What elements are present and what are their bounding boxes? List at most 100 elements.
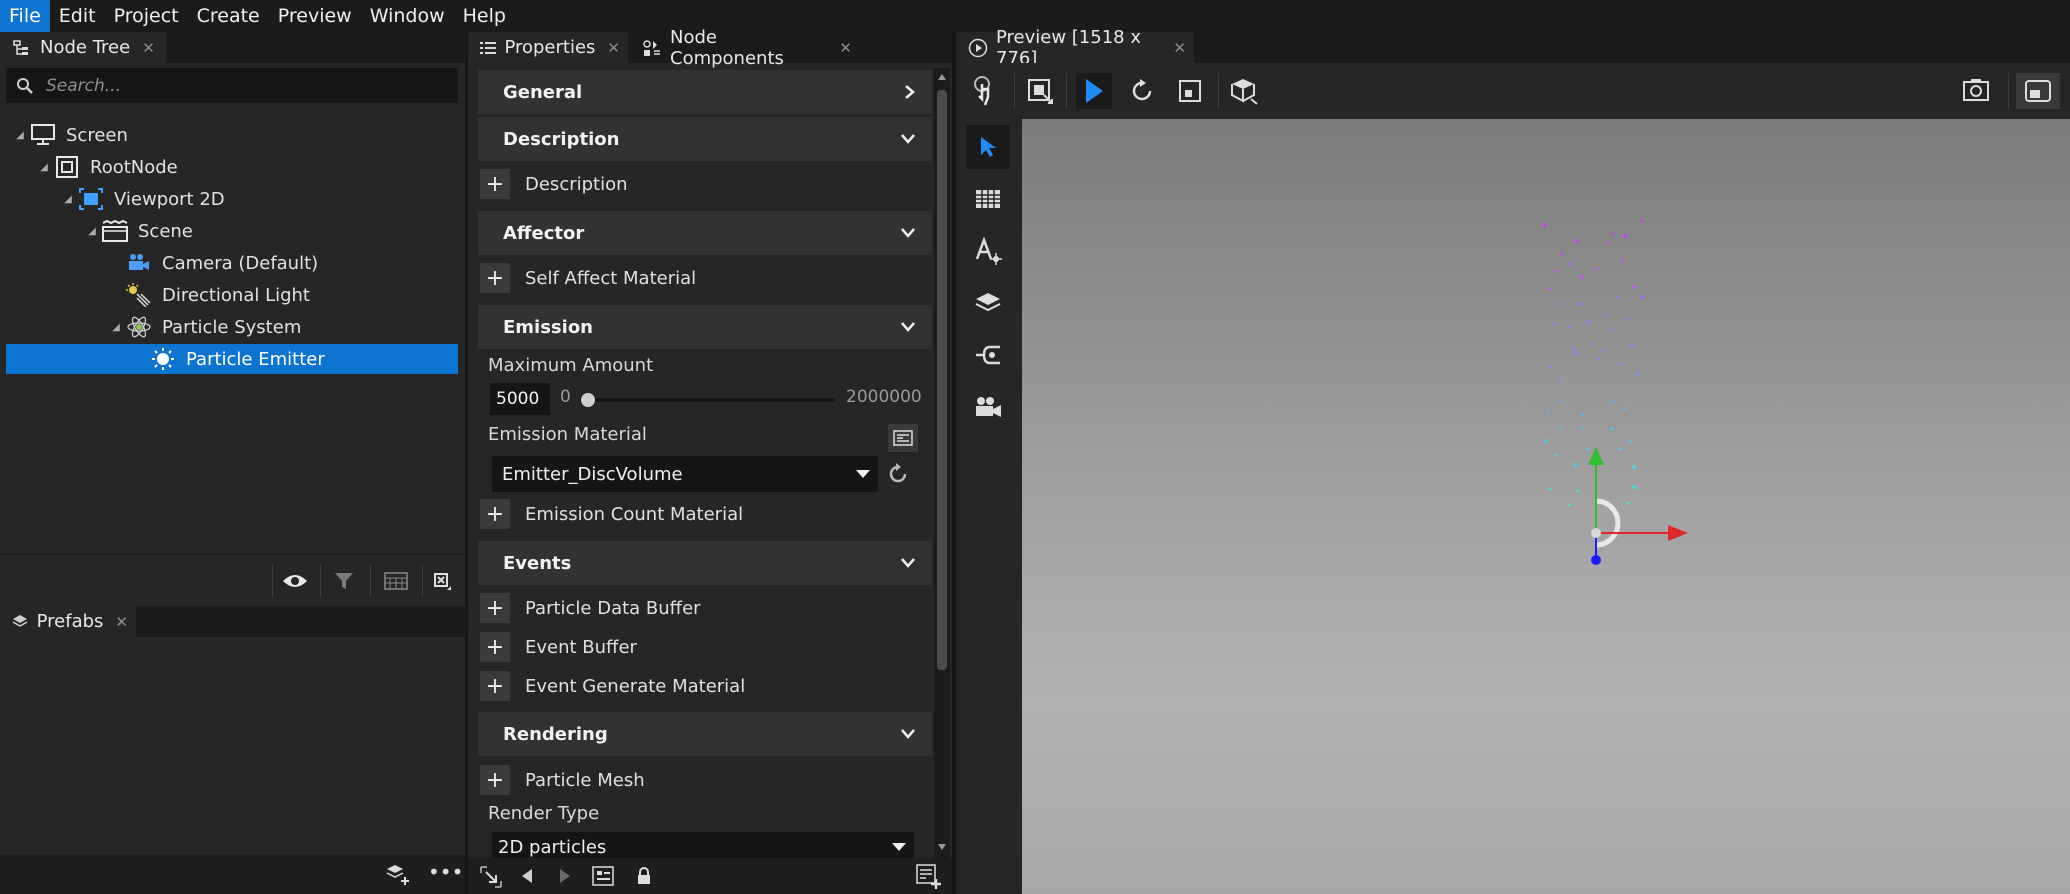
node-tree-toolbar <box>0 554 465 604</box>
add-button[interactable]: + <box>480 263 510 293</box>
tree-node-scene[interactable]: ◢ Scene <box>6 216 458 246</box>
add-button[interactable]: + <box>480 593 510 623</box>
layer-grid-icon[interactable] <box>382 567 410 595</box>
divider <box>1218 73 1219 109</box>
x-axis-arrow-icon[interactable] <box>1668 525 1688 541</box>
slider-thumb[interactable] <box>581 393 595 407</box>
add-component-icon[interactable] <box>916 864 942 890</box>
tree-node-screen[interactable]: ◢ Screen <box>6 120 458 150</box>
section-emission[interactable]: Emission <box>478 305 932 349</box>
scroll-thumb[interactable] <box>937 90 947 670</box>
close-icon[interactable]: ✕ <box>1173 39 1186 57</box>
maximum-amount-input[interactable]: 5000 <box>490 383 550 415</box>
add-button[interactable]: + <box>480 671 510 701</box>
close-icon[interactable]: ✕ <box>115 613 128 631</box>
z-axis-knob[interactable] <box>1591 555 1601 565</box>
text-tool-icon[interactable] <box>966 229 1010 273</box>
collapse-arrow-icon[interactable]: ◢ <box>86 226 98 237</box>
material-editor-icon[interactable] <box>888 424 918 452</box>
tree-node-rootnode[interactable]: ◢ RootNode <box>6 152 458 182</box>
menu-file[interactable]: File <box>0 0 50 32</box>
select-in-tree-icon[interactable] <box>592 866 614 888</box>
close-icon[interactable]: ✕ <box>607 39 620 57</box>
tab-node-tree[interactable]: Node Tree ✕ <box>0 32 166 63</box>
reset-icon[interactable] <box>884 460 912 488</box>
visibility-toggle-button[interactable] <box>281 567 309 595</box>
scene-icon <box>102 219 128 243</box>
scroll-up-icon[interactable] <box>935 68 949 86</box>
grid-table-icon[interactable] <box>966 177 1010 221</box>
section-rendering[interactable]: Rendering <box>478 712 932 756</box>
tree-node-camera[interactable]: Camera (Default) <box>6 248 458 278</box>
scale-tool-icon[interactable] <box>1172 73 1208 109</box>
transform-gizmo[interactable] <box>1588 447 1688 565</box>
select-arrow-icon[interactable] <box>966 125 1010 169</box>
tab-properties[interactable]: Properties ✕ <box>468 32 628 63</box>
tab-node-components[interactable]: Node Components ✕ <box>630 27 860 69</box>
search-input[interactable] <box>44 74 448 97</box>
pointer-hand-icon[interactable] <box>968 73 1004 109</box>
divider <box>370 565 371 597</box>
collapse-arrow-icon[interactable]: ◢ <box>14 130 26 141</box>
add-item-label: Self Affect Material <box>525 267 697 289</box>
particle-dot <box>1567 503 1571 507</box>
tree-node-directional-light[interactable]: Directional Light <box>6 280 458 310</box>
scroll-down-icon[interactable] <box>935 838 949 856</box>
frame-selection-icon[interactable] <box>428 567 456 595</box>
close-icon[interactable]: ✕ <box>142 39 155 57</box>
select-tool-icon[interactable] <box>1076 73 1112 109</box>
properties-scrollbar[interactable] <box>934 68 950 858</box>
collapse-arrow-icon[interactable]: ◢ <box>62 194 74 205</box>
menu-edit[interactable]: Edit <box>50 0 105 32</box>
close-icon[interactable]: ✕ <box>839 39 852 57</box>
connector-icon[interactable] <box>966 333 1010 377</box>
tab-prefabs[interactable]: Prefabs ✕ <box>0 606 136 637</box>
transform-tool-icon[interactable] <box>1022 73 1058 109</box>
pick-node-icon[interactable] <box>480 866 502 888</box>
preview-panel: Preview [1518 x 776] ✕ <box>956 27 2070 894</box>
menu-window[interactable]: Window <box>361 0 454 32</box>
tree-node-particle-system[interactable]: ◢ Particle System <box>6 312 458 342</box>
more-options-icon[interactable]: ••• <box>428 862 463 888</box>
camera-tool-icon[interactable] <box>966 385 1010 429</box>
menu-create[interactable]: Create <box>188 0 269 32</box>
lock-icon[interactable] <box>636 867 654 887</box>
back-icon[interactable] <box>520 868 538 886</box>
y-axis-arrow-icon[interactable] <box>1588 447 1604 465</box>
add-prefab-icon[interactable] <box>385 862 411 888</box>
add-button[interactable]: + <box>480 169 510 199</box>
safe-area-toggle-icon[interactable] <box>2016 73 2060 109</box>
collapse-arrow-icon[interactable]: ◢ <box>38 162 50 173</box>
menu-preview[interactable]: Preview <box>269 0 361 32</box>
add-button[interactable]: + <box>480 765 510 795</box>
gizmo-center[interactable] <box>1591 528 1601 538</box>
3d-object-icon[interactable] <box>1226 73 1262 109</box>
section-description[interactable]: Description <box>478 117 932 161</box>
particle-dot <box>1595 267 1599 271</box>
screenshot-icon[interactable] <box>1958 73 1994 109</box>
menu-help[interactable]: Help <box>454 0 515 32</box>
tree-node-viewport-2d[interactable]: ◢ Viewport 2D <box>6 184 458 214</box>
layers-icon[interactable] <box>966 281 1010 325</box>
add-button[interactable]: + <box>480 499 510 529</box>
maximum-amount-slider[interactable] <box>580 393 835 407</box>
section-general[interactable]: General <box>478 70 932 114</box>
tree-node-particle-emitter[interactable]: Particle Emitter <box>6 344 458 374</box>
preview-viewport[interactable] <box>1022 119 2070 894</box>
menu-project[interactable]: Project <box>105 0 188 32</box>
emission-material-dropdown[interactable]: Emitter_DiscVolume <box>492 456 878 492</box>
tab-preview[interactable]: Preview [1518 x 776] ✕ <box>956 27 1194 69</box>
particle-dot <box>1576 489 1580 493</box>
add-button[interactable]: + <box>480 632 510 662</box>
particle-dot <box>1632 285 1636 289</box>
filter-icon[interactable] <box>330 567 358 595</box>
section-title: General <box>503 81 583 103</box>
particle-dot <box>1560 399 1564 403</box>
rotate-tool-icon[interactable] <box>1124 73 1160 109</box>
section-affector[interactable]: Affector <box>478 211 932 255</box>
rotation-handle[interactable] <box>1595 498 1621 548</box>
collapse-arrow-icon[interactable]: ◢ <box>110 322 122 333</box>
section-events[interactable]: Events <box>478 541 932 585</box>
forward-icon[interactable] <box>558 868 576 886</box>
particle-dot <box>1548 487 1552 491</box>
